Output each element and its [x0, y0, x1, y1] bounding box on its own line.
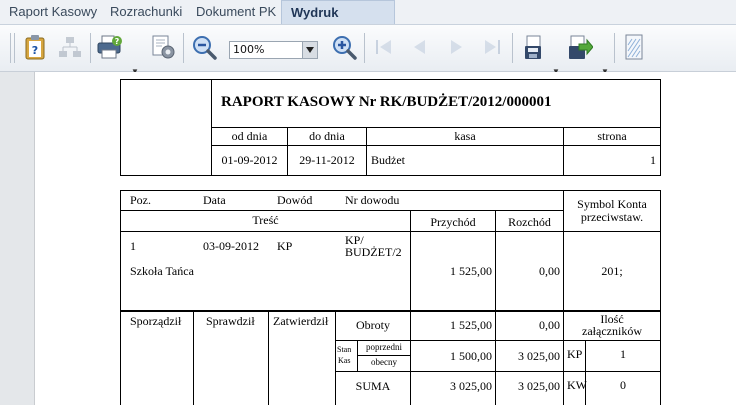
chevron-down-icon[interactable]	[302, 42, 317, 58]
label-kas: Kas	[338, 356, 351, 365]
svg-text:?: ?	[32, 44, 38, 57]
label-poprzedni: poprzedni	[366, 342, 402, 352]
obroty-rozchod: 0,00	[539, 318, 560, 332]
value-page: 1	[650, 153, 656, 167]
value-kasa: Budżet	[371, 153, 405, 167]
row-data: 03-09-2012	[203, 239, 259, 253]
value-kp: 1	[620, 347, 626, 361]
row-poz: 1	[130, 239, 136, 253]
toolbar-grip	[10, 33, 11, 63]
stan-przychod: 1 500,00	[450, 349, 492, 363]
toolbar-separator	[614, 33, 615, 63]
signature-sporzadzil: Sporządził	[130, 314, 182, 328]
suma-przychod: 3 025,00	[450, 379, 492, 393]
header-from-date: od dnia	[231, 129, 268, 143]
page-setup-icon[interactable]	[620, 33, 648, 61]
value-kw: 0	[620, 378, 626, 392]
previous-page-icon[interactable]	[406, 33, 434, 61]
page-edge	[34, 72, 35, 405]
toolbar-separator	[90, 33, 91, 63]
report-title: RAPORT KASOWY Nr RK/BUDŻET/2012/000001	[221, 94, 552, 110]
header-page: strona	[597, 129, 627, 143]
label-kp: KP	[567, 347, 583, 361]
col-nr-dowodu: Nr dowodu	[345, 193, 400, 207]
zoom-in-icon[interactable]	[330, 33, 358, 61]
col-data: Data	[203, 193, 226, 207]
label-zalacznikow: załączników	[582, 324, 642, 338]
row-symbol: 201;	[601, 264, 623, 278]
col-poz: Poz.	[130, 193, 151, 207]
col-przychod: Przychód	[430, 215, 476, 229]
tab-bar: Raport Kasowy Rozrachunki Dokument PK Wy…	[0, 0, 736, 43]
last-page-icon[interactable]	[478, 33, 506, 61]
header-to-date: do dnia	[309, 129, 345, 143]
tab-raport-kasowy[interactable]: Raport Kasowy	[0, 0, 106, 24]
suma-rozchod: 3 025,00	[518, 379, 560, 393]
clipboard-icon[interactable]: ?	[21, 33, 49, 61]
label-kw: KW	[567, 378, 587, 392]
tab-wydruk-raportu[interactable]: Wydruk raportu	[281, 0, 395, 43]
obroty-przychod: 1 525,00	[450, 318, 492, 332]
save-icon[interactable]	[521, 33, 549, 61]
report-toolbar: ? ? ▼ 100% ▼ ▼	[0, 25, 736, 76]
zoom-select[interactable]: 100%	[229, 41, 318, 59]
left-margin	[0, 72, 34, 405]
stan-rozchod: 3 025,00	[518, 349, 560, 363]
toolbar-separator	[183, 33, 184, 63]
label-stan: Stan	[337, 345, 352, 354]
signature-zatwierdzil: Zatwierdził	[273, 314, 329, 328]
header-kasa: kasa	[454, 129, 476, 143]
printer-icon[interactable]: ?	[96, 33, 124, 61]
print-settings-icon[interactable]	[149, 33, 177, 61]
col-tresc: Treść	[252, 213, 279, 227]
row-tresc: Szkoła Tańca	[130, 264, 194, 278]
value-to-date: 29-11-2012	[299, 153, 355, 167]
signature-sprawdzil: Sprawdził	[206, 314, 255, 328]
tab-rozrachunki[interactable]: Rozrachunki	[101, 0, 191, 24]
tab-dokument-pk[interactable]: Dokument PK	[187, 0, 285, 24]
svg-text:?: ?	[115, 37, 120, 46]
hierarchy-icon[interactable]	[56, 33, 84, 61]
next-page-icon[interactable]	[442, 33, 470, 61]
row-dowod: KP	[277, 239, 293, 253]
label-obecny: obecny	[371, 357, 397, 367]
label-suma: SUMA	[355, 379, 391, 393]
zoom-out-icon[interactable]	[190, 33, 218, 61]
value-from-date: 01-09-2012	[221, 153, 278, 167]
col-rozchod: Rozchód	[508, 215, 551, 229]
export-icon[interactable]	[566, 33, 594, 61]
row-nr-line2: BUDŻET/2	[345, 245, 402, 259]
toolbar-separator	[364, 33, 365, 63]
col-symbol-przeciwstaw: przeciwstaw.	[580, 210, 644, 224]
toolbar-grip	[14, 33, 15, 63]
row-przychod: 1 525,00	[450, 264, 492, 278]
first-page-icon[interactable]	[370, 33, 398, 61]
col-dowod: Dowód	[277, 193, 313, 207]
toolbar-separator	[512, 33, 513, 63]
row-rozchod: 0,00	[539, 264, 560, 278]
label-obroty: Obroty	[356, 318, 390, 332]
